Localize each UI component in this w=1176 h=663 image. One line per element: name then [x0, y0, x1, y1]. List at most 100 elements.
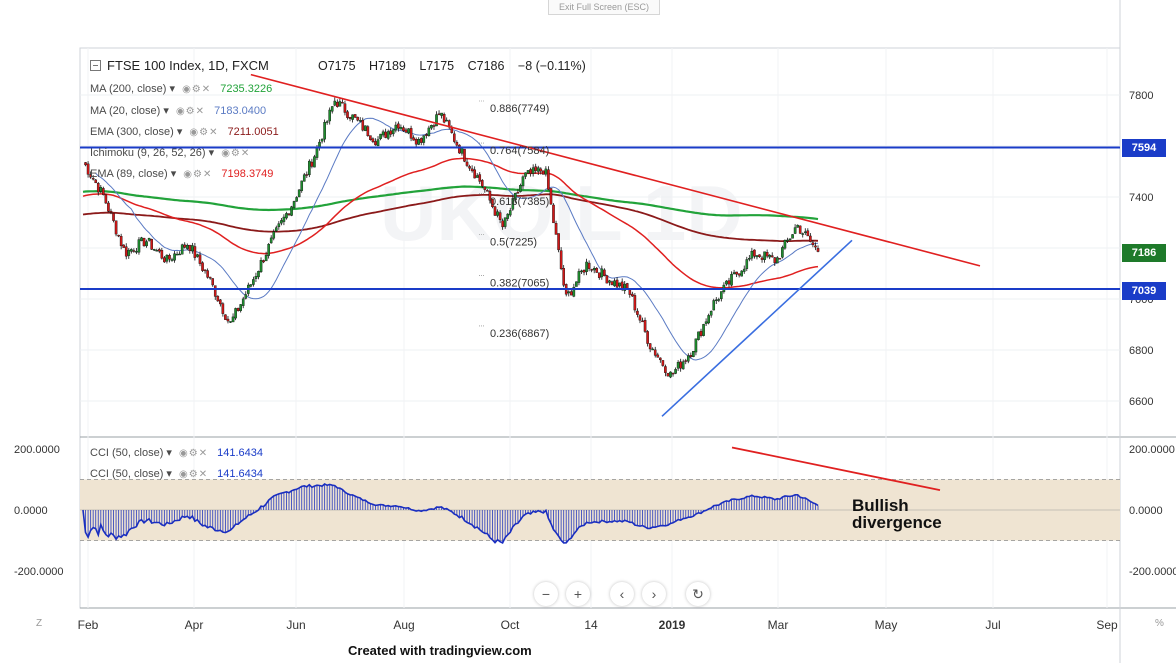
log-scale-toggle[interactable]: Z [36, 618, 42, 629]
candle-body [369, 135, 372, 140]
cci-legend-1[interactable]: CCI (50, close) ▾ ◉⚙✕ 141.6434 [90, 446, 263, 459]
candle-body [203, 269, 207, 272]
zoom-out-button[interactable]: − [534, 582, 558, 606]
candle-body [455, 142, 459, 146]
reset-icon: ↻ [692, 586, 704, 602]
cci-tick-label-left: 0.0000 [14, 505, 48, 517]
open-value: O7175 [318, 59, 356, 73]
candle-body [440, 112, 443, 116]
candle-body [419, 138, 423, 143]
candle-body [531, 167, 535, 174]
candle-body [399, 126, 403, 130]
x-tick-label: 2019 [659, 618, 686, 632]
study-label: EMA (89, close) [90, 168, 168, 180]
candle-body [735, 271, 738, 275]
candle-body [618, 282, 621, 287]
candle-body [768, 254, 771, 258]
study-legend-ichimoku[interactable]: Ichimoku (9, 26, 52, 26) ▾ ◉⚙✕ [90, 146, 250, 159]
candle-body [315, 147, 319, 158]
study-value: 141.6434 [217, 447, 264, 459]
candle-body [671, 372, 675, 375]
candle-body [353, 114, 357, 118]
y-tick-label: 6800 [1129, 345, 1153, 357]
candle-body [648, 343, 652, 350]
study-legend-ma20[interactable]: MA (20, close) ▾ ◉⚙✕ 7183.0400 [90, 104, 266, 117]
candle-body [727, 280, 731, 285]
scroll-left-button[interactable]: ‹ [610, 582, 634, 606]
candle-body [107, 202, 110, 212]
study-settings-icons[interactable]: ◉⚙✕ [179, 469, 208, 480]
candle-body [145, 241, 148, 247]
candle-body [409, 128, 413, 139]
study-legend-ema89[interactable]: EMA (89, close) ▾ ◉⚙✕ 7198.3749 [90, 167, 273, 180]
candle-body [274, 227, 278, 232]
candle-body [165, 254, 169, 262]
x-tick-label: Jul [985, 618, 1000, 632]
candle-body [193, 246, 197, 258]
candle-body [196, 254, 199, 257]
candle-body [745, 259, 749, 269]
study-settings-icons[interactable]: ◉⚙✕ [176, 106, 205, 117]
candle-body [664, 366, 667, 373]
candle-body [358, 120, 362, 122]
candle-body [750, 250, 754, 259]
candle-body [814, 245, 817, 248]
candle-body [386, 131, 390, 139]
percent-scale-toggle[interactable]: % [1155, 618, 1164, 629]
candle-body [323, 122, 326, 140]
candle-body [773, 257, 777, 264]
candle-body [206, 270, 209, 278]
candle-body [432, 125, 436, 127]
candle-body [669, 371, 672, 378]
exit-fullscreen-button[interactable]: Exit Full Screen (ESC) [548, 0, 660, 15]
candle-body [313, 156, 316, 168]
candle-body [758, 254, 761, 257]
candle-body [402, 127, 405, 131]
fib-label: 0.236(6867) [490, 328, 549, 340]
candle-body [458, 144, 461, 154]
candle-body [376, 139, 380, 147]
study-legend-ma200[interactable]: MA (200, close) ▾ ◉⚙✕ 7235.3226 [90, 82, 272, 95]
candle-body [653, 349, 657, 356]
zoom-in-button[interactable]: + [566, 582, 590, 606]
candle-body [445, 119, 448, 122]
x-tick-label: Oct [501, 618, 520, 632]
price-chart: UKOIL 1D 0.886(7749) 0.764(7584) 0.618(738… [0, 0, 1176, 663]
candle-body [389, 130, 393, 135]
candle-body [333, 100, 337, 106]
study-legend-ema300[interactable]: EMA (300, close) ▾ ◉⚙✕ 7211.0051 [90, 125, 279, 138]
collapse-icon[interactable] [90, 60, 101, 71]
study-settings-icons[interactable]: ◉⚙✕ [189, 127, 218, 138]
study-settings-icons[interactable]: ◉⚙✕ [179, 448, 208, 459]
study-settings-icons[interactable]: ◉⚙✕ [182, 84, 211, 95]
symbol-label: FTSE 100 Index, 1D, FXCM [107, 58, 269, 73]
candle-body [160, 250, 164, 259]
candle-body [191, 245, 194, 252]
candle-body [699, 330, 703, 336]
symbol-title: FTSE 100 Index, 1D, FXCM [90, 58, 269, 73]
candle-body [646, 331, 649, 344]
scroll-right-button[interactable]: › [642, 582, 666, 606]
candle-body [341, 101, 344, 104]
study-settings-icons[interactable]: ◉⚙✕ [221, 148, 250, 159]
study-settings-icons[interactable]: ◉⚙✕ [183, 169, 212, 180]
candle-body [717, 299, 721, 301]
candle-body [725, 280, 728, 285]
reset-chart-button[interactable]: ↻ [686, 582, 710, 606]
candle-body [501, 220, 504, 228]
candle-body [348, 117, 352, 119]
candle-body [221, 303, 225, 314]
candle-body [130, 249, 133, 252]
candle-body [570, 291, 573, 296]
candle-body [592, 268, 596, 271]
candle-body [157, 249, 161, 252]
candle-body [168, 255, 171, 260]
candle-body [732, 272, 736, 275]
candle-body [676, 362, 680, 369]
candle-body [99, 187, 103, 192]
candle-body [636, 310, 639, 315]
candle-body [778, 258, 782, 260]
cci-legend-2[interactable]: CCI (50, close) ▾ ◉⚙✕ 141.6434 [90, 467, 263, 480]
candle-body [786, 239, 789, 242]
candle-body [503, 217, 507, 227]
